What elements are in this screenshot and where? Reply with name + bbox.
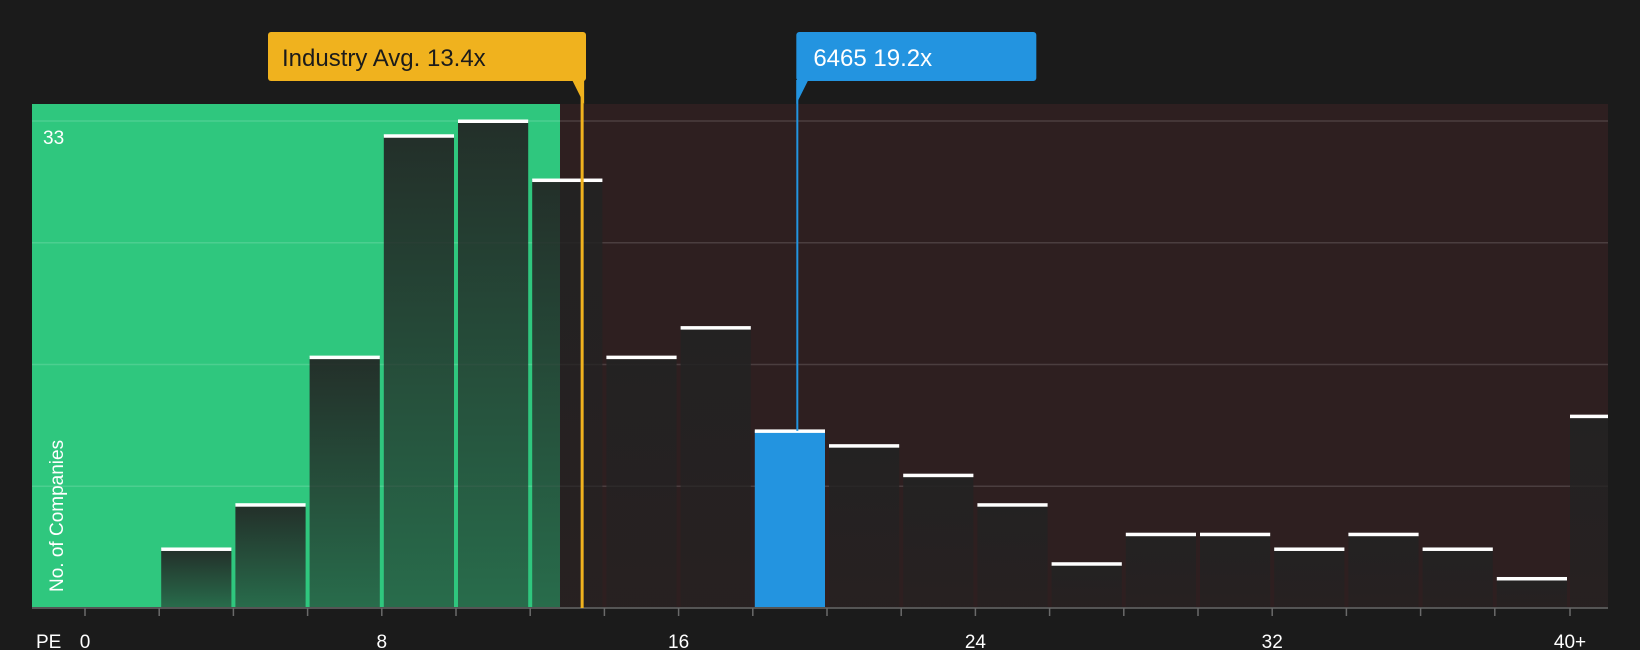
histogram-bar bbox=[1125, 534, 1196, 608]
histogram-bar-cap bbox=[383, 134, 454, 138]
histogram-bar bbox=[829, 445, 900, 608]
histogram-bar bbox=[1496, 578, 1567, 608]
histogram-bar-highlighted bbox=[754, 430, 825, 608]
histogram-bar-cap bbox=[680, 326, 751, 330]
histogram-bar bbox=[161, 548, 232, 608]
histogram-bar-cap bbox=[309, 355, 380, 360]
histogram-bar bbox=[1200, 534, 1271, 608]
histogram-bar bbox=[1422, 548, 1493, 608]
pe-distribution-chart: 0 8 16 24 32 40+ 33 No. of Companies PE Indus… bbox=[0, 0, 1640, 650]
histogram-bar bbox=[1348, 534, 1419, 608]
histogram-bar-cap bbox=[458, 119, 529, 123]
histogram-bar bbox=[309, 357, 380, 608]
histogram-bar-cap bbox=[1348, 532, 1419, 537]
histogram-bar bbox=[903, 475, 974, 608]
histogram-bar-cap bbox=[903, 473, 974, 478]
histogram-bar-cap bbox=[532, 178, 603, 183]
histogram-bar bbox=[1274, 548, 1345, 608]
histogram-bar bbox=[1051, 563, 1122, 608]
x-tick-label: 16 bbox=[668, 632, 689, 650]
histogram-bar-cap bbox=[1125, 532, 1196, 537]
x-tick-label: 8 bbox=[377, 632, 388, 650]
histogram-bar-cap bbox=[829, 444, 900, 448]
histogram-bar-cap bbox=[1274, 547, 1345, 551]
histogram-bar bbox=[383, 135, 454, 608]
company-pe-label: 6465 19.2x bbox=[813, 45, 932, 72]
histogram-bar-cap bbox=[1051, 562, 1122, 566]
histogram-bar-cap bbox=[606, 355, 677, 360]
x-tick-label: 24 bbox=[965, 632, 987, 650]
histogram-bar bbox=[977, 504, 1048, 608]
histogram-bar bbox=[532, 180, 603, 608]
histogram-bar bbox=[606, 357, 677, 608]
y-axis-max-label: 33 bbox=[43, 128, 64, 149]
histogram-bar bbox=[1570, 416, 1608, 608]
histogram-bar-cap bbox=[235, 503, 306, 507]
histogram-bar-cap bbox=[1200, 532, 1271, 537]
x-tick-label: 32 bbox=[1262, 632, 1283, 650]
x-tick-label: 0 bbox=[80, 632, 91, 650]
histogram-bar bbox=[458, 121, 529, 608]
histogram-bar bbox=[235, 504, 306, 608]
y-axis-label: No. of Companies bbox=[47, 440, 68, 592]
industry-average-label: Industry Avg. 13.4x bbox=[282, 45, 486, 72]
histogram-bar bbox=[680, 327, 751, 608]
histogram-bar-cap bbox=[1496, 576, 1567, 581]
x-axis-label: PE bbox=[36, 632, 61, 650]
histogram-bar-cap bbox=[161, 547, 232, 551]
histogram-bar-cap bbox=[754, 429, 825, 433]
histogram-bar-cap bbox=[1570, 414, 1608, 419]
histogram-bar-cap bbox=[977, 503, 1048, 507]
histogram-bar-cap bbox=[1422, 547, 1493, 551]
x-tick-label: 40+ bbox=[1554, 632, 1586, 650]
